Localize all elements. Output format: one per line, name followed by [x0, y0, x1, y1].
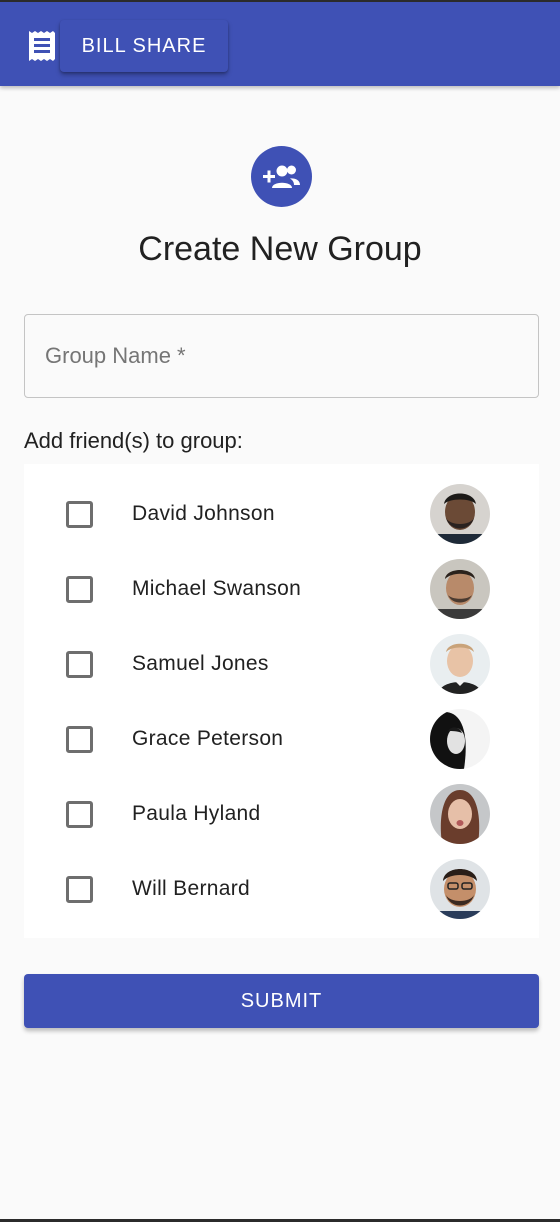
avatar	[430, 559, 490, 619]
friend-checkbox[interactable]	[66, 876, 93, 903]
avatar	[430, 709, 490, 769]
friend-name: Michael Swanson	[132, 577, 302, 600]
page-title: Create New Group	[138, 230, 422, 268]
friend-row[interactable]: Samuel Jones	[24, 626, 539, 701]
app-bar: BILL SHARE	[0, 0, 560, 86]
friend-checkbox[interactable]	[66, 576, 93, 603]
friend-name: David Johnson	[132, 502, 275, 525]
friend-row[interactable]: Paula Hyland	[24, 776, 539, 851]
friend-checkbox[interactable]	[66, 651, 93, 678]
group-name-input[interactable]	[25, 315, 538, 397]
friend-name: Samuel Jones	[132, 652, 269, 675]
avatar	[430, 784, 490, 844]
friends-list: David Johnson Michael Swanson Samuel Jon…	[24, 464, 539, 938]
group-name-field[interactable]	[24, 314, 539, 398]
avatar	[430, 634, 490, 694]
friend-row[interactable]: Will Bernard	[24, 851, 539, 926]
friend-checkbox[interactable]	[66, 801, 93, 828]
submit-button[interactable]: SUBMIT	[24, 974, 539, 1028]
group-add-icon	[251, 146, 312, 207]
friend-checkbox[interactable]	[66, 501, 93, 528]
receipt-icon[interactable]	[24, 28, 60, 64]
friend-name: Grace Peterson	[132, 727, 284, 750]
friend-checkbox[interactable]	[66, 726, 93, 753]
avatar	[430, 484, 490, 544]
friend-row[interactable]: Michael Swanson	[24, 551, 539, 626]
bill-share-button[interactable]: BILL SHARE	[60, 20, 228, 72]
friend-name: Paula Hyland	[132, 802, 261, 825]
friend-row[interactable]: Grace Peterson	[24, 701, 539, 776]
avatar	[430, 859, 490, 919]
add-friends-label: Add friend(s) to group:	[24, 428, 243, 453]
friend-name: Will Bernard	[132, 877, 250, 900]
friend-row[interactable]: David Johnson	[24, 476, 539, 551]
